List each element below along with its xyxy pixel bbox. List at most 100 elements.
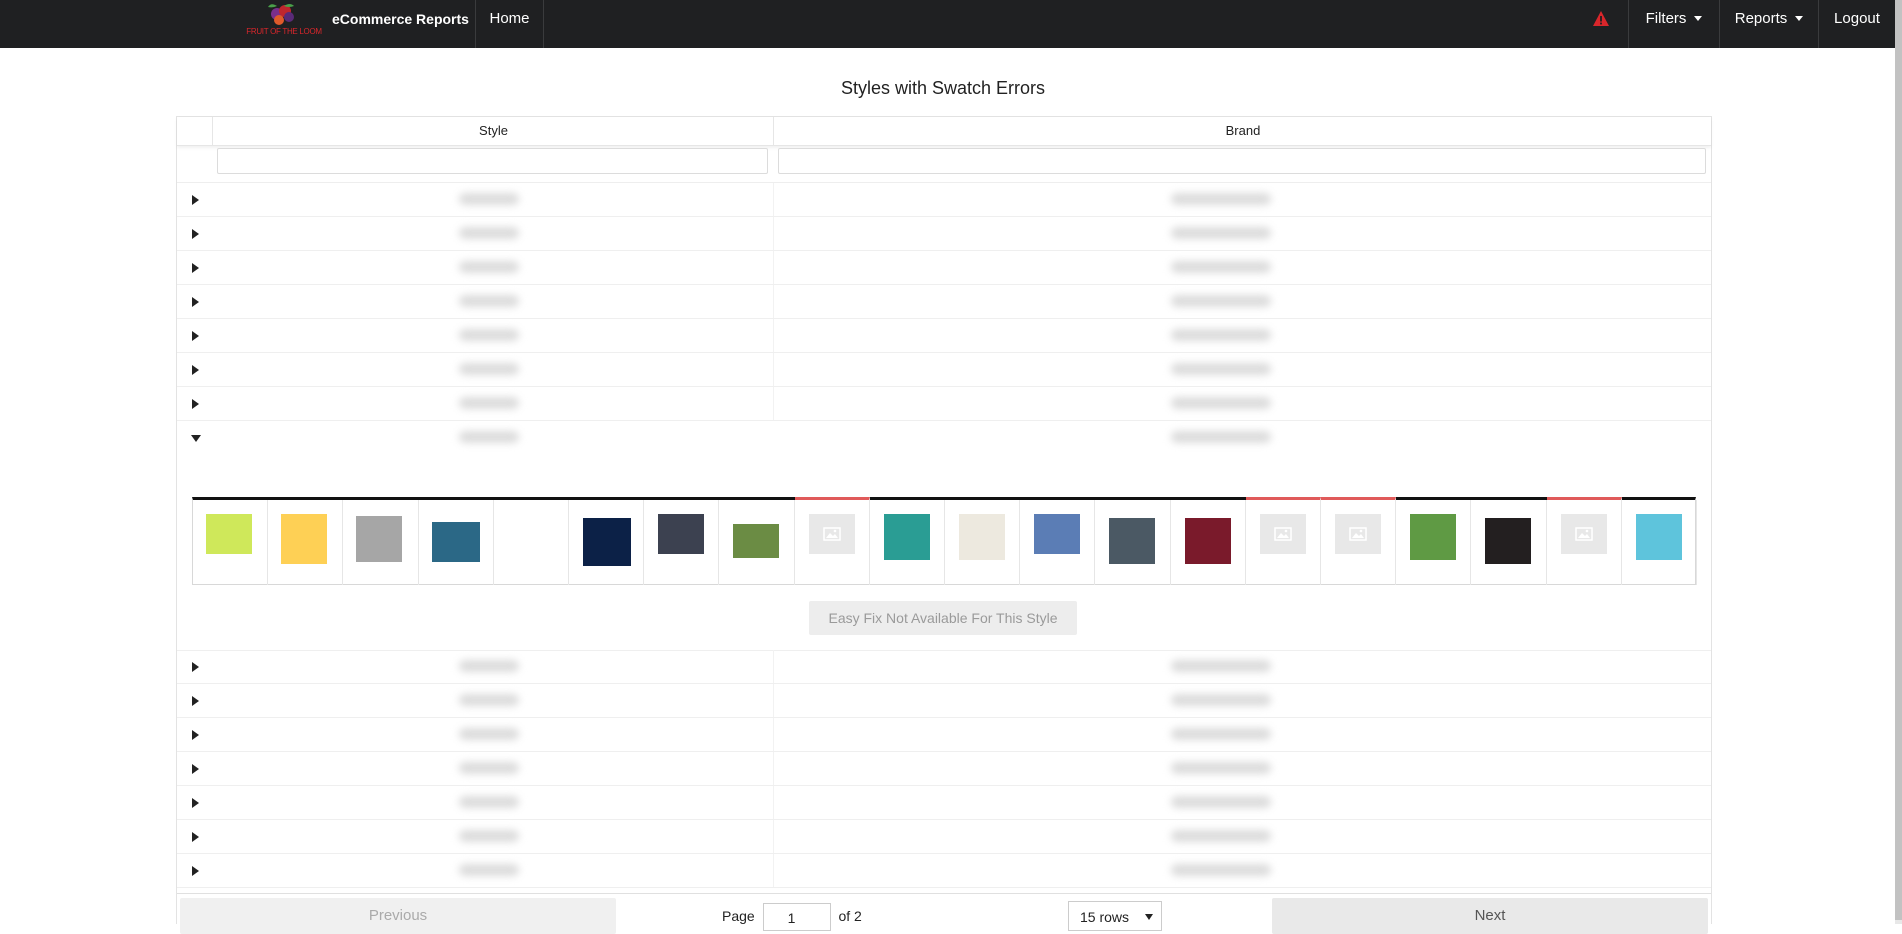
rows-per-page-select[interactable]: 15 rows [1068, 901, 1162, 931]
expand-row-icon[interactable] [192, 798, 199, 808]
app-brand-title[interactable]: eCommerce Reports [332, 0, 469, 40]
color-swatch[interactable] [733, 524, 780, 558]
table-row[interactable] [177, 650, 1711, 684]
expand-row-icon[interactable] [192, 331, 199, 341]
expand-row-icon[interactable] [192, 229, 199, 239]
color-swatch[interactable] [1034, 514, 1081, 554]
cell-divider [773, 650, 774, 683]
fruit-of-the-loom-logo[interactable]: FRUIT OF THE LOOM [243, 2, 325, 38]
nav-home-link[interactable]: Home [475, 0, 544, 48]
cell-divider [773, 217, 774, 250]
missing-image-icon[interactable] [808, 514, 855, 554]
swatch-cell[interactable] [1020, 500, 1096, 585]
expand-row-icon[interactable] [192, 297, 199, 307]
table-row[interactable] [177, 285, 1711, 319]
expand-row-icon[interactable] [192, 866, 199, 876]
expand-row-icon[interactable] [192, 365, 199, 375]
swatch-cell[interactable] [794, 497, 870, 585]
missing-image-icon[interactable] [1335, 514, 1381, 554]
redacted-brand-cell [1171, 694, 1271, 706]
logout-link[interactable]: Logout [1819, 0, 1895, 48]
color-swatch[interactable] [583, 518, 631, 566]
table-row[interactable] [177, 752, 1711, 786]
redacted-style-cell [459, 295, 519, 307]
table-row[interactable] [177, 319, 1711, 353]
color-swatch[interactable] [1109, 518, 1156, 564]
previous-page-button[interactable]: Previous [180, 898, 616, 934]
table-row[interactable] [177, 217, 1711, 251]
column-header-brand[interactable]: Brand [773, 117, 1712, 145]
color-swatch[interactable] [206, 514, 252, 554]
color-swatch[interactable] [356, 516, 403, 562]
color-swatch[interactable] [1184, 518, 1231, 564]
swatch-cell[interactable] [193, 500, 269, 585]
table-row[interactable] [177, 786, 1711, 820]
swatch-cell[interactable] [719, 500, 795, 585]
color-swatch[interactable] [431, 522, 480, 562]
table-row[interactable] [177, 684, 1711, 718]
redacted-style-cell [459, 660, 519, 672]
page-number-input[interactable]: 1 [762, 903, 831, 932]
swatch-cell[interactable] [644, 500, 720, 585]
expand-row-icon[interactable] [192, 764, 199, 774]
color-swatch[interactable] [1635, 514, 1682, 560]
color-swatch[interactable] [883, 514, 930, 560]
redacted-brand-cell [1171, 830, 1271, 842]
swatch-cell[interactable] [268, 500, 344, 585]
expand-row-icon[interactable] [192, 730, 199, 740]
expand-row-icon[interactable] [192, 832, 199, 842]
expand-row-icon[interactable] [192, 696, 199, 706]
swatch-cell[interactable] [1321, 497, 1397, 585]
swatch-cell[interactable] [1622, 500, 1697, 585]
warning-icon[interactable] [1592, 10, 1610, 28]
swatch-panel [192, 497, 1697, 585]
expand-row-icon[interactable] [192, 195, 199, 205]
table-row[interactable] [177, 820, 1711, 854]
swatch-cell[interactable] [1245, 497, 1321, 585]
swatch-cell[interactable] [419, 500, 494, 585]
nav-reports-dropdown[interactable]: Reports [1720, 0, 1819, 48]
swatch-cell[interactable] [870, 500, 945, 585]
nav-filters-dropdown[interactable]: Filters [1628, 0, 1720, 48]
expand-row-icon[interactable] [192, 263, 199, 273]
color-swatch[interactable] [959, 514, 1005, 560]
logo-text: FRUIT OF THE LOOM [246, 27, 322, 36]
missing-image-icon[interactable] [1259, 514, 1306, 554]
table-row[interactable] [177, 718, 1711, 752]
column-header-style[interactable]: Style [212, 117, 774, 145]
color-swatch[interactable] [281, 514, 328, 564]
swatch-cell[interactable] [1396, 500, 1472, 585]
redacted-style-cell [459, 694, 519, 706]
expand-row-icon[interactable] [192, 662, 199, 672]
swatch-cell[interactable] [1471, 500, 1547, 585]
next-page-button[interactable]: Next [1272, 898, 1708, 934]
redacted-brand-cell [1171, 295, 1271, 307]
brand-filter-input[interactable] [778, 148, 1706, 174]
color-swatch[interactable] [1410, 514, 1457, 560]
style-filter-input[interactable] [217, 148, 768, 174]
swatch-cell[interactable] [494, 500, 569, 585]
color-swatch[interactable] [1485, 518, 1532, 564]
swatch-cell[interactable] [1546, 497, 1622, 585]
chevron-down-icon [1694, 15, 1703, 21]
redacted-brand-cell [1171, 762, 1271, 774]
table-row[interactable] [177, 387, 1711, 421]
swatch-cell[interactable] [1171, 500, 1246, 585]
swatch-cell[interactable] [1095, 500, 1171, 585]
swatch-cell[interactable] [945, 500, 1021, 585]
expand-row-icon[interactable] [192, 399, 199, 409]
table-row[interactable] [177, 251, 1711, 285]
table-row[interactable] [177, 183, 1711, 217]
table-row[interactable] [177, 353, 1711, 387]
redacted-style-cell [459, 193, 519, 205]
collapse-row-icon[interactable] [191, 435, 201, 442]
color-swatch[interactable] [658, 514, 705, 554]
scrollbar-thumb[interactable] [1895, 0, 1902, 920]
missing-image-icon[interactable] [1560, 514, 1607, 554]
easy-fix-button[interactable]: Easy Fix Not Available For This Style [809, 601, 1077, 635]
swatch-cell[interactable] [343, 500, 419, 585]
vertical-scrollbar[interactable] [1895, 0, 1902, 924]
table-header: Style Brand [177, 117, 1711, 146]
table-row[interactable] [177, 854, 1711, 888]
swatch-cell[interactable] [569, 500, 645, 585]
